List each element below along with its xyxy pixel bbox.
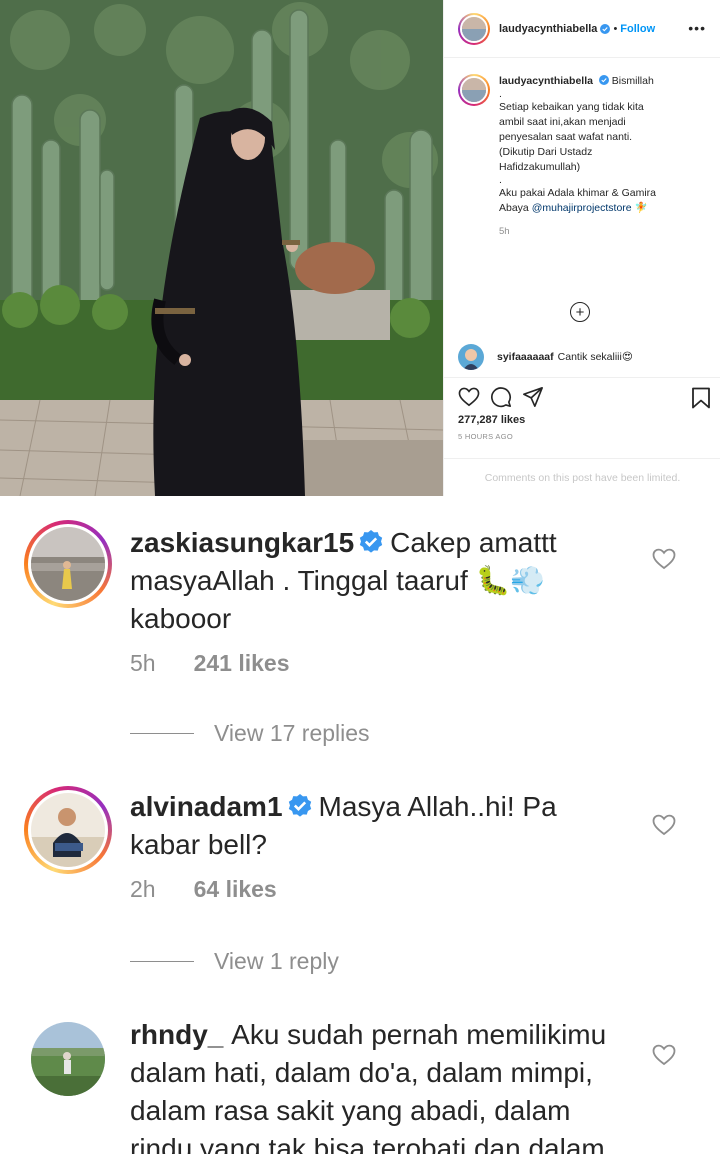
follow-button[interactable]: Follow — [620, 23, 655, 35]
load-more-comments-button[interactable]: + — [570, 302, 590, 322]
verified-badge-icon — [598, 75, 609, 85]
preview-comment-emoji: 😍 — [621, 351, 633, 363]
caption-line: Aku pakai Adala khimar & Gamira — [499, 187, 656, 199]
heart-icon[interactable] — [652, 1044, 676, 1066]
author-avatar[interactable] — [458, 12, 490, 45]
heart-icon[interactable] — [458, 387, 480, 407]
post-actions: 277,287 likes 5 HOURS AGO — [444, 377, 720, 457]
preview-comment: syifaaaaaaf Cantik sekaliii 😍 — [458, 344, 633, 370]
comment-username[interactable]: zaskiasungkar15 — [130, 527, 354, 558]
caption-text: laudyacynthiabella Bismillah . Setiap ke… — [499, 74, 656, 239]
comment-text: zaskiasungkar15 Cakep amattt masyaAllah .… — [130, 524, 630, 638]
comment-meta: 5h 241 likes — [130, 650, 290, 677]
caption-time: 5h — [499, 226, 510, 237]
caption-mention-link[interactable]: @muhajirprojectstore — [532, 202, 632, 214]
avatar[interactable] — [31, 1022, 105, 1096]
paper-plane-icon[interactable] — [522, 386, 544, 408]
caption-line: . — [499, 174, 502, 186]
comment-username[interactable]: rhndy_ — [130, 1019, 223, 1050]
comments-limited-notice: Comments on this post have been limited. — [444, 458, 720, 496]
view-replies-label[interactable]: View 17 replies — [214, 720, 370, 747]
comment-likes[interactable]: 241 likes — [194, 650, 290, 676]
author-username[interactable]: laudyacynthiabella — [499, 23, 597, 35]
caption-line: Hafidzakumullah) — [499, 161, 581, 173]
comment-icon[interactable] — [490, 386, 512, 408]
caption-line: . — [499, 88, 502, 100]
more-options-button[interactable]: ••• — [688, 20, 706, 36]
verified-badge-icon — [359, 530, 383, 553]
comment-time: 5h — [130, 650, 156, 676]
separator-dot: • — [613, 22, 618, 35]
post-caption: laudyacynthiabella Bismillah . Setiap ke… — [444, 58, 720, 239]
view-replies-button[interactable]: View 17 replies — [130, 720, 370, 747]
avatar[interactable] — [24, 520, 112, 608]
caption-avatar[interactable] — [458, 74, 490, 106]
commenter-avatar[interactable] — [458, 344, 484, 370]
caption-emoji: 🧚 — [634, 202, 648, 214]
comment-time: 2h — [130, 876, 156, 902]
preview-comment-text: Cantik sekaliii — [557, 351, 622, 363]
heart-icon[interactable] — [652, 548, 676, 570]
comment-text: alvinadam1 Masya Allah..hi! Pa kabar bell… — [130, 788, 630, 864]
preview-comment-username[interactable]: syifaaaaaaf — [497, 351, 554, 363]
heart-icon[interactable] — [652, 814, 676, 836]
comment-text: rhndy_ Aku sudah pernah memilikimu dalam… — [130, 1016, 630, 1154]
comment-likes[interactable]: 64 likes — [194, 876, 277, 902]
caption-line: ambil saat ini,akan menjadi — [499, 116, 626, 128]
caption-first-line: Bismillah — [611, 75, 654, 87]
caption-line: (Dikutip Dari Ustadz — [499, 146, 593, 158]
avatar[interactable] — [24, 786, 112, 874]
post-side-panel: laudyacynthiabella • Follow ••• laudyacy… — [443, 0, 720, 496]
post-likes-count[interactable]: 277,287 likes — [458, 414, 707, 426]
post-image — [0, 0, 443, 496]
caption-line: Setiap kebaikan yang tidak kita — [499, 101, 644, 113]
view-replies-label[interactable]: View 1 reply — [214, 948, 339, 975]
comment-emoji: 🐛💨 — [475, 565, 546, 596]
post-header: laudyacynthiabella • Follow ••• — [444, 0, 720, 58]
replies-divider — [130, 961, 194, 962]
replies-divider — [130, 733, 194, 734]
post-timestamp: 5 HOURS AGO — [458, 432, 513, 441]
comment-meta: 2h 64 likes — [130, 876, 277, 903]
caption-username[interactable]: laudyacynthiabella — [499, 75, 593, 87]
verified-badge-icon — [600, 23, 611, 34]
post-photo[interactable] — [0, 0, 443, 496]
comment-body-end: kabooor — [130, 603, 232, 634]
view-replies-button[interactable]: View 1 reply — [130, 948, 339, 975]
instagram-post-embed: laudyacynthiabella • Follow ••• laudyacy… — [0, 0, 720, 496]
caption-line: Abaya — [499, 202, 532, 214]
bookmark-icon[interactable] — [691, 387, 711, 409]
verified-badge-icon — [288, 794, 311, 817]
caption-line: penyesalan saat wafat nanti. — [499, 131, 633, 143]
comment-username[interactable]: alvinadam1 — [130, 791, 283, 822]
